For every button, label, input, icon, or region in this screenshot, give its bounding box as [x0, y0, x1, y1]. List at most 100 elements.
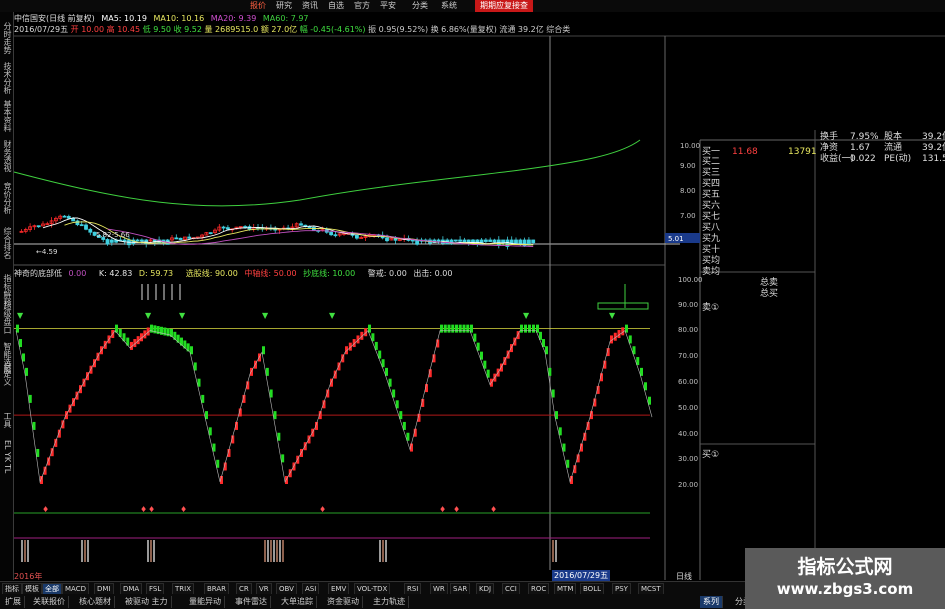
quote-open: 开 10.00 [70, 25, 105, 34]
ma10-value: MA10: 10.16 [153, 14, 205, 23]
kdj-bar [447, 324, 451, 333]
order-label: 卖均 [702, 267, 721, 277]
buy-arrow-icon: ▼ [179, 311, 186, 320]
sell-marker-icon: ♦ [439, 505, 446, 514]
buy-arrow-icon: ▼ [523, 311, 530, 320]
ma20-value: MA20: 9.39 [210, 14, 257, 23]
candle-body [354, 234, 359, 239]
indicator-info-line: 神奇的底部低 0.00 K: 42.83 D: 59.73 选股线: 90.00… [14, 268, 452, 280]
candle-body [88, 228, 93, 233]
order-book-panel: 买一 11.68 13791 买二 买三 买四 买五 买六 买七 买八 买九 买十 买均 卖均 总卖 总买 卖①… [700, 132, 945, 580]
candle-body [410, 239, 415, 242]
kdj-bar [520, 324, 523, 333]
candle-body [105, 239, 110, 245]
candle-body [109, 239, 114, 243]
quote-close: 收 9.52 [173, 25, 202, 34]
candle-body [307, 226, 312, 229]
kdj-bar [186, 343, 190, 352]
candle-body [458, 239, 463, 242]
out-label: 出击: 0.00 [413, 269, 453, 278]
indicator-name[interactable]: 神奇的底部低 [14, 269, 62, 278]
ma5-value: MA5: 10.19 [101, 14, 147, 23]
candle-body [122, 239, 127, 242]
order-label: 买七 [702, 212, 721, 222]
ma-info-line: 中信国安(日线 前复权) MA5: 10.19 MA10: 10.16 MA20… [14, 13, 309, 24]
function-tab[interactable]: 主力轨迹 [370, 596, 409, 608]
candle-body [492, 239, 497, 243]
sell-circle-label: 卖① [702, 303, 720, 313]
candle-body [178, 237, 183, 240]
order-volume: 13791 [788, 147, 817, 157]
signal-box [597, 302, 649, 310]
kdj-bar [455, 324, 458, 333]
candle-body [333, 234, 338, 237]
order-label: 买二 [702, 157, 721, 167]
watermark: 指标公式网 www.zbgs3.com [745, 548, 945, 609]
function-tab[interactable]: 关联报价 [30, 596, 69, 608]
candle-body [385, 237, 389, 242]
kdj-bar [25, 367, 28, 376]
tab-series[interactable]: 系列 [700, 596, 723, 608]
buy-arrow-icon: ▼ [329, 311, 336, 320]
function-tab[interactable]: 核心题材 [76, 596, 115, 608]
sell-marker-icon: ♦ [148, 505, 155, 514]
candle-body [225, 227, 230, 230]
kdj-bar [32, 421, 36, 430]
stock-title: 中信国安(日线 前复权) [14, 14, 95, 23]
kdj-bar [173, 331, 177, 340]
kdj-tick: 80.00 [678, 326, 698, 334]
price-tick: 7.00 [680, 212, 696, 220]
candle-body [527, 239, 531, 246]
order-label: 买一 [702, 147, 721, 157]
stat-value: 1.67 [850, 143, 871, 153]
order-price: 11.68 [732, 147, 758, 157]
watermark-url: www.zbgs3.com [776, 580, 914, 598]
function-tab[interactable]: 量能异动 [186, 596, 225, 608]
stat-value: 131.5 [922, 154, 945, 164]
candle-body [501, 239, 506, 243]
function-tab[interactable]: 大单追踪 [278, 596, 317, 608]
order-label: 买均 [702, 256, 721, 266]
kdj-tick: 70.00 [678, 352, 698, 360]
kdj-k: K: 42.83 [98, 269, 133, 278]
function-tab[interactable]: 事件雷达 [232, 596, 271, 608]
stat-value: 39.2亿 [922, 132, 945, 142]
kdj-k-line [15, 330, 653, 484]
function-tab[interactable]: 被驱动 主力 [122, 596, 172, 608]
kdj-bar [466, 324, 470, 333]
candle-body [36, 225, 41, 228]
order-label: 买八 [702, 223, 721, 233]
order-label: 买三 [702, 168, 721, 178]
candle-body [453, 239, 458, 242]
quote-float: 流通 39.2亿 综合类 [499, 25, 571, 34]
indicator-value-zero: 0.00 [68, 269, 87, 278]
kdj-bar [532, 324, 535, 333]
candle-body [514, 239, 518, 244]
price-tick: 9.00 [680, 162, 696, 170]
quote-volume: 量 2689515.0 [204, 25, 259, 34]
candle-body [135, 239, 140, 242]
kdj-bar [183, 340, 187, 349]
kdj-tick: 50.00 [678, 404, 698, 412]
buy-circle-label: 买① [702, 450, 720, 460]
stat-value: 7.95% [850, 132, 879, 142]
quote-amount: 额 27.0亿 [260, 25, 298, 34]
stat-label: 流通 [884, 143, 903, 153]
kdj-bar [462, 324, 466, 333]
kdj-bar [545, 346, 548, 355]
quote-high: 高 10.45 [106, 25, 141, 34]
kdj-bar [548, 367, 552, 376]
buy-arrow-icon: ▼ [262, 311, 269, 320]
quote-turnover: 换 6.86%(量复权) [430, 25, 497, 34]
kdj-d: D: 59.73 [138, 269, 174, 278]
candle-body [393, 238, 398, 241]
order-label: 买十 [702, 245, 721, 255]
bottom-line-label: 抄底线: 10.00 [303, 269, 356, 278]
kdj-tick: 30.00 [678, 455, 698, 463]
price-tick: 10.00 [680, 142, 700, 150]
kdj-bar [458, 324, 462, 333]
candle-body [75, 220, 80, 226]
function-tab[interactable]: 资金驱动 [324, 596, 363, 608]
ma60-line [13, 139, 641, 207]
function-tab[interactable]: 扩展 [2, 596, 25, 608]
